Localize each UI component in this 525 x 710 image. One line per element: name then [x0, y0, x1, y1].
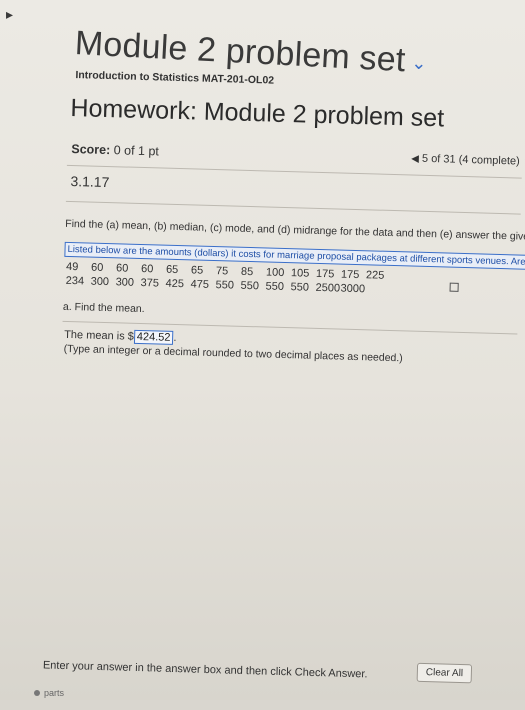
data-value: 105	[290, 267, 310, 280]
divider	[66, 164, 522, 179]
parts-dot-icon	[34, 690, 40, 696]
parts-label: parts	[44, 688, 65, 698]
data-value: 3000	[340, 282, 366, 296]
prev-question-icon[interactable]: ◀	[411, 153, 419, 164]
data-value: 300	[115, 276, 135, 289]
data-value: 425	[165, 277, 185, 291]
progress-text: 5 of 31 (4 complete)	[421, 152, 520, 168]
score-value: 0 of 1 pt	[113, 143, 160, 159]
data-value: 550	[265, 280, 285, 293]
data-value: 375	[140, 276, 160, 290]
data-value: 225	[365, 269, 385, 282]
divider	[65, 200, 521, 215]
copy-data-icon[interactable]	[449, 282, 459, 292]
parts-indicator: parts	[34, 688, 64, 698]
data-value: 2500	[315, 281, 341, 295]
data-value: 550	[290, 281, 310, 294]
mean-answer-box[interactable]: 424.52	[133, 329, 174, 345]
question-text: Find the (a) mean, (b) median, (c) mode,…	[65, 217, 525, 244]
content-area: Introduction to Statistics MAT-201-OL02 …	[0, 0, 525, 707]
score-label: Score:	[71, 141, 111, 158]
homework-title: Homework: Module 2 problem set	[70, 93, 445, 133]
data-value: 475	[190, 278, 210, 291]
data-value: 175	[340, 268, 360, 282]
data-value: 60	[140, 262, 154, 276]
part-a-label: a. Find the mean.	[62, 300, 145, 316]
data-value: 175	[315, 267, 335, 281]
data-value: 65	[190, 264, 204, 277]
problem-number: 3.1.17	[70, 172, 110, 191]
data-value: 85	[240, 265, 254, 279]
course-name: Introduction to Statistics MAT-201-OL02	[75, 69, 275, 87]
data-value: 300	[90, 275, 110, 289]
data-value: 550	[215, 279, 235, 292]
score: Score: 0 of 1 pt	[71, 142, 159, 158]
data-value: 60	[115, 262, 129, 275]
data-value: 234	[65, 274, 85, 288]
data-value: 100	[265, 266, 285, 279]
data-value: 65	[165, 263, 179, 277]
clear-all-button[interactable]: Clear All	[416, 662, 473, 684]
data-value: 49	[65, 260, 79, 274]
data-value: 550	[240, 279, 260, 293]
data-value: 75	[215, 265, 229, 278]
data-value: 60	[90, 261, 104, 274]
mean-prefix: The mean is $	[63, 328, 135, 343]
footer-instruction: Enter your answer in the answer box and …	[42, 659, 368, 681]
answer-hint: (Type an integer or a decimal rounded to…	[63, 342, 403, 365]
screen: ▸ Module 2 problem set ⌄ Introduction to …	[0, 0, 525, 700]
mean-suffix: .	[173, 331, 177, 345]
data-table: 49 60 60 60 65 65 75 85 100 105 175 175 …	[65, 261, 391, 298]
question-progress: ◀ 5 of 31 (4 complete) ▼ ▶	[411, 152, 525, 168]
